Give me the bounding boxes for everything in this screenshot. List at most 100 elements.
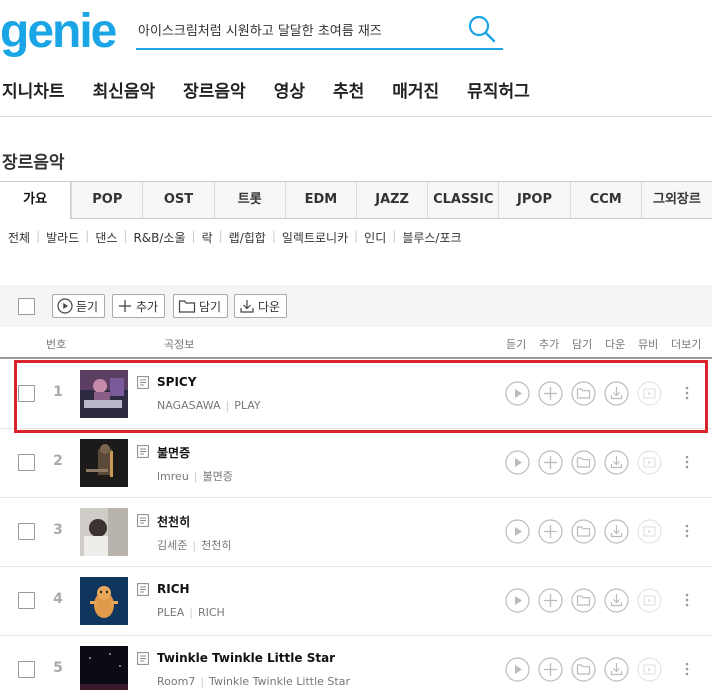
add-button-icon[interactable] (538, 381, 563, 406)
artist-name[interactable]: NAGASAWA (157, 399, 221, 412)
more-vertical-icon[interactable] (680, 661, 694, 677)
row-checkbox[interactable] (18, 523, 35, 540)
row-checkbox[interactable] (18, 385, 35, 402)
song-title[interactable]: Twinkle Twinkle Little Star (157, 651, 335, 665)
add-button-icon[interactable] (538, 657, 563, 682)
lyrics-icon[interactable] (137, 376, 149, 389)
row-checkbox[interactable] (18, 661, 35, 678)
subgenre-rock[interactable]: 락 (202, 229, 213, 246)
tab-edm[interactable]: EDM (284, 182, 357, 218)
tab-jpop[interactable]: JPOP (498, 182, 570, 218)
subgenre-rnb[interactable]: R&B/소울 (133, 229, 185, 246)
download-button-icon[interactable] (604, 588, 629, 613)
subgenre-electronica[interactable]: 일렉트로니카 (282, 229, 348, 246)
add-button-icon[interactable] (538, 519, 563, 544)
song-title[interactable]: 천천히 (157, 513, 190, 530)
row-checkbox[interactable] (18, 454, 35, 471)
nav-latest[interactable]: 최신음악 (93, 78, 156, 106)
separator: | (218, 229, 223, 243)
folder-button-icon[interactable] (571, 588, 596, 613)
folder-button-icon[interactable] (571, 450, 596, 475)
nav-genre[interactable]: 장르음악 (183, 78, 246, 106)
album-cover[interactable] (80, 646, 128, 690)
subgenre-hiphop[interactable]: 랩/힙합 (229, 229, 266, 246)
tab-classic[interactable]: CLASSIC (427, 182, 499, 218)
table-row: 4 RICH PLEA | RICH (0, 567, 712, 636)
song-title[interactable]: 불면증 (157, 444, 190, 461)
song-title[interactable]: SPICY (157, 375, 196, 389)
folder-button-icon[interactable] (571, 519, 596, 544)
play-button-icon[interactable] (505, 519, 530, 544)
mv-button-icon[interactable] (637, 450, 662, 475)
album-cover[interactable] (80, 439, 128, 487)
listen-selected-button[interactable]: 듣기 (52, 294, 106, 318)
save-selected-button[interactable]: 담기 (173, 294, 229, 318)
tab-ost[interactable]: OST (142, 182, 214, 218)
tab-ccm[interactable]: CCM (569, 182, 641, 218)
more-vertical-icon[interactable] (680, 385, 694, 401)
nav-video[interactable]: 영상 (274, 78, 305, 106)
artist-name[interactable]: 김세준 (157, 539, 187, 552)
add-button-icon[interactable] (538, 588, 563, 613)
column-add: 추가 (539, 338, 560, 351)
more-vertical-icon[interactable] (680, 454, 694, 470)
more-vertical-icon[interactable] (680, 523, 694, 539)
artist-name[interactable]: lmreu (157, 470, 189, 483)
play-button-icon[interactable] (505, 450, 530, 475)
play-button-icon[interactable] (505, 381, 530, 406)
subgenre-indie[interactable]: 인디 (364, 229, 386, 246)
tab-kpop[interactable]: 가요 (0, 182, 72, 219)
mv-button-icon[interactable] (637, 588, 662, 613)
download-button-icon[interactable] (604, 381, 629, 406)
play-button-icon[interactable] (505, 588, 530, 613)
lyrics-icon[interactable] (137, 583, 149, 596)
genie-logo[interactable]: genie (0, 6, 117, 58)
song-title[interactable]: RICH (157, 582, 190, 596)
add-selected-button[interactable]: 추가 (112, 294, 166, 318)
add-button-icon[interactable] (538, 450, 563, 475)
folder-button-icon[interactable] (571, 381, 596, 406)
download-button-icon[interactable] (604, 450, 629, 475)
folder-button-icon[interactable] (571, 657, 596, 682)
lyrics-icon[interactable] (137, 514, 149, 527)
separator: | (392, 229, 397, 243)
tab-jazz[interactable]: JAZZ (356, 182, 428, 218)
album-name[interactable]: 불면증 (203, 470, 233, 483)
search-input[interactable] (136, 18, 456, 44)
artist-name[interactable]: Room7 (157, 675, 195, 688)
album-name[interactable]: PLAY (234, 399, 260, 412)
nav-musichug[interactable]: 뮤직허그 (467, 78, 530, 106)
album-cover[interactable] (80, 508, 128, 556)
nav-recommend[interactable]: 추천 (333, 78, 364, 106)
tab-pop[interactable]: POP (71, 182, 143, 218)
tab-trot[interactable]: 트롯 (213, 182, 285, 218)
search-icon[interactable] (467, 14, 497, 44)
row-checkbox[interactable] (18, 592, 35, 609)
album-name[interactable]: RICH (198, 606, 225, 619)
subgenre-ballad[interactable]: 발라드 (46, 229, 79, 246)
download-button-icon[interactable] (604, 657, 629, 682)
tab-etc[interactable]: 그외장르 (640, 182, 712, 218)
more-vertical-icon[interactable] (680, 592, 694, 608)
play-button-icon[interactable] (505, 657, 530, 682)
download-button-icon[interactable] (604, 519, 629, 544)
separator: | (36, 229, 41, 243)
lyrics-icon[interactable] (137, 445, 149, 458)
subgenre-all[interactable]: 전체 (8, 229, 30, 246)
album-name[interactable]: Twinkle Twinkle Little Star (209, 675, 350, 688)
mv-button-icon[interactable] (637, 519, 662, 544)
lyrics-icon[interactable] (137, 652, 149, 665)
album-name[interactable]: 천천히 (201, 539, 231, 552)
artist-name[interactable]: PLEA (157, 606, 184, 619)
download-selected-button[interactable]: 다운 (234, 294, 288, 318)
mv-button-icon[interactable] (637, 657, 662, 682)
select-all-checkbox[interactable] (18, 298, 35, 315)
subgenre-dance[interactable]: 댄스 (95, 229, 117, 246)
subgenre-blues-folk[interactable]: 블루스/포크 (402, 229, 461, 246)
song-meta: PLEA | RICH (157, 606, 225, 619)
mv-button-icon[interactable] (637, 381, 662, 406)
album-cover[interactable] (80, 577, 128, 625)
nav-chart[interactable]: 지니차트 (2, 78, 65, 106)
album-cover[interactable] (80, 370, 128, 418)
nav-magazine[interactable]: 매거진 (392, 78, 439, 106)
